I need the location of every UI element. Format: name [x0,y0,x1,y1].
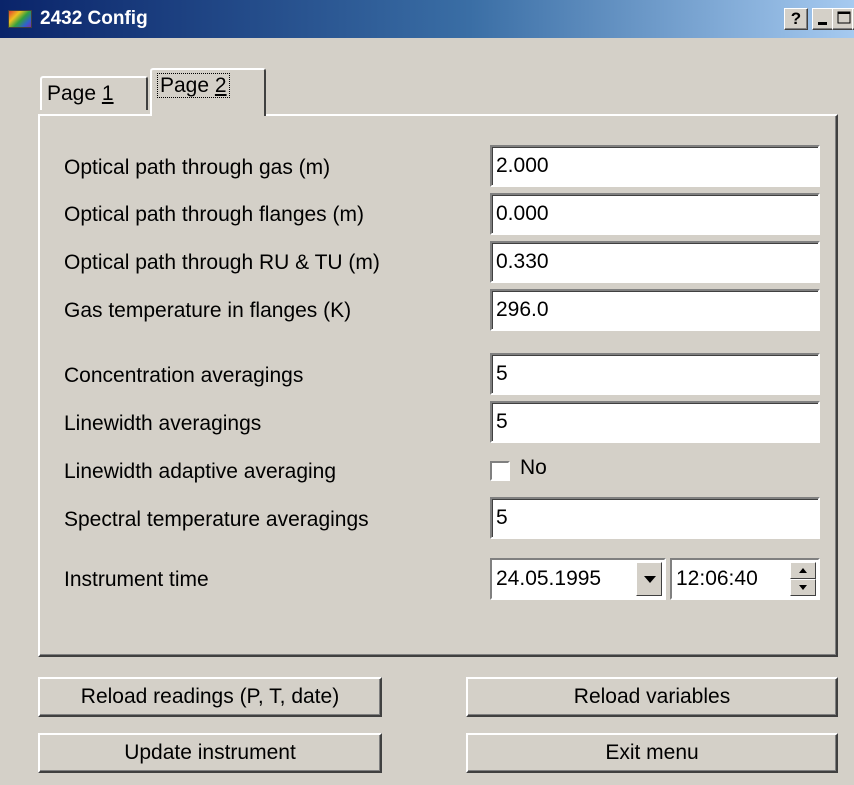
spec-temp-avg-field[interactable]: 5 [490,497,820,539]
tab-page-1[interactable]: Page 1 [40,76,148,110]
instrument-date-value: 24.05.1995 [496,567,602,590]
lw-adaptive-checkbox[interactable] [490,461,510,481]
gas-path-field[interactable]: 2.000 [490,145,820,187]
reload-variables-button[interactable]: Reload variables [466,677,838,717]
conc-avg-label: Concentration averagings [64,364,304,387]
instrument-time-value: 12:06:40 [676,567,758,590]
lw-avg-field[interactable]: 5 [490,401,820,443]
window-title: 2432 Config [40,8,148,29]
ru-tu-path-label: Optical path through RU & TU (m) [64,251,380,274]
instrument-time-picker[interactable]: 12:06:40 [670,558,820,600]
spin-down-icon[interactable] [790,579,816,596]
config-window: 2432 Config ? Page 1 Page 2 Optical path… [0,0,854,785]
tab-label: Page 1 [47,82,114,105]
tab-page-2[interactable]: Page 2 [150,68,266,116]
lw-adaptive-value[interactable]: No [520,456,547,480]
instrument-date-picker[interactable]: 24.05.1995 [490,558,666,600]
flange-path-label: Optical path through flanges (m) [64,203,364,226]
gas-temp-label: Gas temperature in flanges (K) [64,299,352,322]
instrument-time-label: Instrument time [64,568,209,591]
spec-temp-avg-label: Spectral temperature averagings [64,508,369,531]
title-bar[interactable]: 2432 Config ? [0,0,854,38]
gas-path-label: Optical path through gas (m) [64,156,331,179]
app-icon [8,10,32,28]
ru-tu-path-field[interactable]: 0.330 [490,241,820,283]
maximize-icon [837,11,851,24]
spin-up-icon[interactable] [790,562,816,579]
gas-temp-field[interactable]: 296.0 [490,289,820,331]
exit-menu-button[interactable]: Exit menu [466,733,838,773]
chevron-down-icon[interactable] [636,562,662,596]
maximize-button[interactable] [832,8,854,30]
reload-readings-button[interactable]: Reload readings (P, T, date) [38,677,382,717]
help-button[interactable]: ? [784,8,808,30]
update-instrument-button[interactable]: Update instrument [38,733,382,773]
tab-label: Page 2 [157,73,230,98]
lw-avg-label: Linewidth averagings [64,412,262,435]
lw-adaptive-label: Linewidth adaptive averaging [64,460,337,483]
flange-path-field[interactable]: 0.000 [490,193,820,235]
conc-avg-field[interactable]: 5 [490,353,820,395]
